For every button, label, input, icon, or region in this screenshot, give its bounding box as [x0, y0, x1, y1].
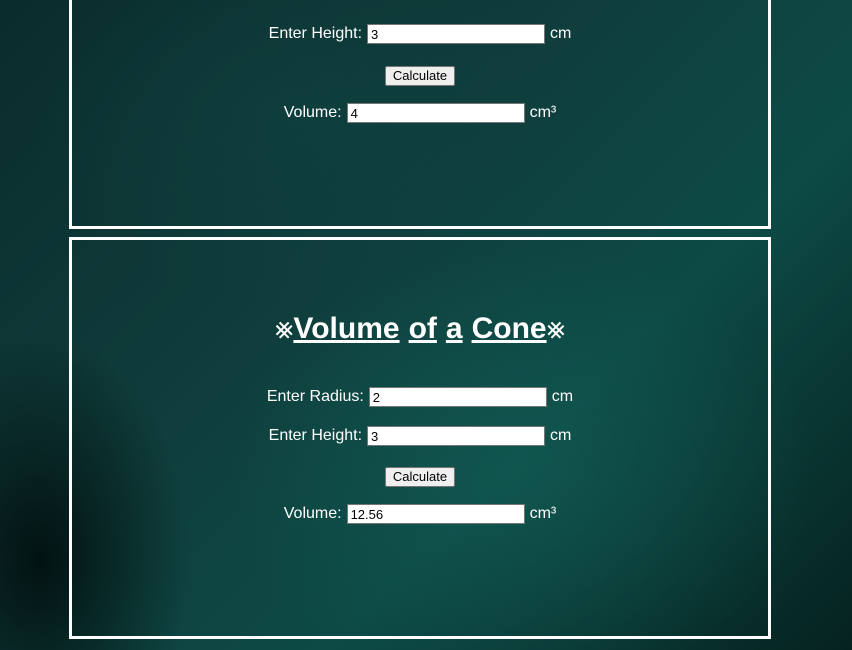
height-label: Enter Height:	[268, 25, 363, 42]
calculate-button[interactable]: Calculate	[384, 467, 456, 487]
cone-title: ⨳Volume of a Cone⨳	[72, 312, 768, 346]
volume-unit: cm³	[529, 505, 557, 522]
volume-label: Volume:	[283, 104, 342, 121]
radius-row: Enter Radius: cm	[72, 387, 768, 407]
calculate-row: Calculate	[72, 66, 768, 86]
height-unit: cm	[550, 25, 572, 42]
calculate-button[interactable]: Calculate	[384, 66, 456, 86]
height-label: Enter Height:	[268, 427, 363, 444]
title-word-cone: Cone	[471, 312, 547, 345]
volume-output[interactable]	[346, 103, 525, 123]
height-unit: cm	[550, 427, 572, 444]
volume-row: Volume: cm³	[72, 504, 768, 524]
radius-input[interactable]	[368, 387, 547, 407]
title-word-volume: Volume	[293, 312, 400, 345]
calculator-panel-previous: Enter Height: cm Calculate Volume: cm³	[69, 0, 771, 229]
title-word-a: a	[445, 312, 463, 345]
volume-label: Volume:	[283, 505, 342, 522]
title-decoration-right-icon: ⨳	[546, 312, 566, 345]
title-decoration-left-icon: ⨳	[274, 312, 294, 345]
height-row: Enter Height: cm	[72, 426, 768, 446]
volume-row: Volume: cm³	[72, 103, 768, 123]
height-row: Enter Height: cm	[72, 24, 768, 44]
radius-label: Enter Radius:	[266, 388, 364, 405]
calculate-row: Calculate	[72, 467, 768, 487]
volume-output[interactable]	[346, 504, 525, 524]
radius-unit: cm	[551, 388, 574, 405]
height-input[interactable]	[367, 24, 546, 44]
volume-unit: cm³	[529, 104, 557, 121]
title-word-of: of	[408, 312, 437, 345]
cone-volume-panel: ⨳VolumeofaCone⨳ Enter Radius: cm Enter H…	[69, 237, 771, 639]
height-input[interactable]	[367, 426, 546, 446]
